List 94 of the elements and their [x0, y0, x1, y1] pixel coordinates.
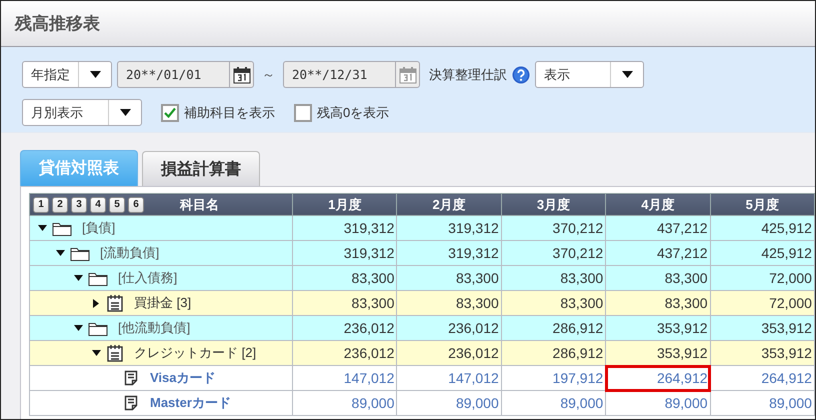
expanded-arrow-icon[interactable]	[92, 350, 100, 356]
range-separator: ～	[262, 66, 275, 84]
table-cell: 83,300	[606, 290, 710, 316]
tab[interactable]: 損益計算書	[142, 151, 260, 186]
level-button[interactable]: 4	[90, 196, 106, 212]
table-cell: 353,912	[606, 316, 710, 340]
table-cell: 89,000	[606, 390, 710, 416]
account-name: クレジットカード [2]	[134, 344, 256, 362]
folder-icon	[88, 270, 108, 286]
table-cell: 83,300	[396, 266, 502, 290]
table-cell: 425,912	[710, 216, 814, 240]
table-cell: 236,012	[292, 340, 397, 366]
level-button[interactable]: 1	[33, 196, 49, 212]
check-icon	[164, 107, 176, 118]
table-cell: 147,012	[396, 366, 502, 390]
expanded-arrow-icon[interactable]	[56, 250, 64, 256]
table-cell: 353,912	[710, 340, 814, 366]
account-name: [流動負債]	[100, 244, 160, 262]
table-cell: 319,312	[396, 216, 502, 240]
table-cell: 197,912	[501, 366, 606, 390]
table-cell: 83,300	[501, 290, 606, 316]
caret-icon	[90, 71, 100, 78]
column-header: 5月度	[710, 194, 814, 216]
window-title: 残高推移表	[15, 13, 100, 35]
table-cell: 72,000	[710, 266, 814, 290]
table-cell: 286,912	[501, 316, 606, 340]
table-cell: 286,912	[501, 340, 606, 366]
level-button[interactable]: 2	[52, 196, 68, 212]
date-field[interactable]: 20**/12/31	[283, 61, 395, 88]
folder-icon	[70, 246, 90, 260]
field-label: 決算整理仕訳	[429, 66, 507, 84]
table-cell: 264,912	[710, 366, 814, 390]
level-button[interactable]: 5	[109, 196, 125, 212]
checkbox-label: 残高0を表示	[317, 104, 390, 122]
notebook-icon	[106, 344, 124, 362]
document-icon	[124, 370, 140, 386]
table-cell: 83,300	[292, 290, 397, 316]
table-cell: 236,012	[396, 316, 502, 340]
expanded-arrow-icon[interactable]	[38, 225, 46, 231]
table-cell: 89,000	[710, 390, 814, 416]
table-cell: 370,212	[501, 216, 606, 240]
document-icon	[124, 395, 140, 411]
table-cell: 236,012	[396, 340, 502, 366]
account-link[interactable]: Visaカード	[150, 369, 216, 387]
date-field[interactable]: 20**/01/01	[117, 61, 229, 88]
calendar-button[interactable]	[229, 61, 254, 88]
account-name: [仕入債務]	[118, 269, 178, 287]
table-cell: 89,000	[501, 390, 606, 416]
table-cell: 83,300	[606, 266, 710, 290]
folder-icon	[52, 220, 72, 236]
table-cell: 89,000	[396, 390, 502, 416]
checkbox-label: 補助科目を表示	[184, 104, 275, 122]
table-cell: 147,012	[292, 366, 397, 390]
table-cell: 72,000	[710, 290, 814, 316]
table-cell: 264,912	[606, 366, 710, 390]
expanded-arrow-icon[interactable]	[74, 275, 82, 281]
level-button[interactable]: 3	[71, 196, 87, 212]
table-cell: 425,912	[710, 240, 814, 266]
column-header: 1月度	[292, 194, 397, 216]
caret-icon	[622, 71, 632, 78]
dropdown[interactable]: 月別表示	[22, 99, 142, 126]
account-name: 買掛金 [3]	[134, 294, 192, 312]
dropdown[interactable]: 表示	[535, 61, 644, 88]
account-name: [他流動負債]	[118, 319, 190, 337]
table-cell: 437,212	[606, 216, 710, 240]
column-header: 2月度	[396, 194, 502, 216]
notebook-icon	[106, 294, 124, 312]
table-cell: 319,312	[292, 240, 397, 266]
caret-icon	[120, 109, 130, 116]
table-cell: 319,312	[396, 240, 502, 266]
table-cell: 83,300	[396, 290, 502, 316]
help-icon[interactable]	[512, 66, 530, 84]
table-cell: 83,300	[292, 266, 397, 290]
column-header: 科目名	[180, 196, 220, 214]
calendar-icon	[232, 66, 250, 84]
calendar-icon	[398, 66, 416, 84]
table-cell: 353,912	[606, 340, 710, 366]
table-cell: 370,212	[501, 240, 606, 266]
expanded-arrow-icon[interactable]	[74, 325, 82, 331]
column-header: 4月度	[606, 194, 710, 216]
table-cell: 89,000	[292, 390, 397, 416]
checkbox[interactable]	[161, 104, 179, 122]
table-cell: 83,300	[501, 266, 606, 290]
table-cell: 319,312	[292, 216, 397, 240]
checkbox[interactable]	[294, 104, 312, 122]
column-header: 3月度	[501, 194, 606, 216]
level-button[interactable]: 6	[128, 196, 144, 212]
collapsed-arrow-icon[interactable]	[93, 298, 99, 308]
table-cell: 437,212	[606, 240, 710, 266]
table-cell: 353,912	[710, 316, 814, 340]
dropdown[interactable]: 年指定	[22, 61, 112, 88]
folder-icon	[88, 320, 108, 336]
table-cell: 236,012	[292, 316, 397, 340]
account-name: [負債]	[82, 219, 116, 237]
